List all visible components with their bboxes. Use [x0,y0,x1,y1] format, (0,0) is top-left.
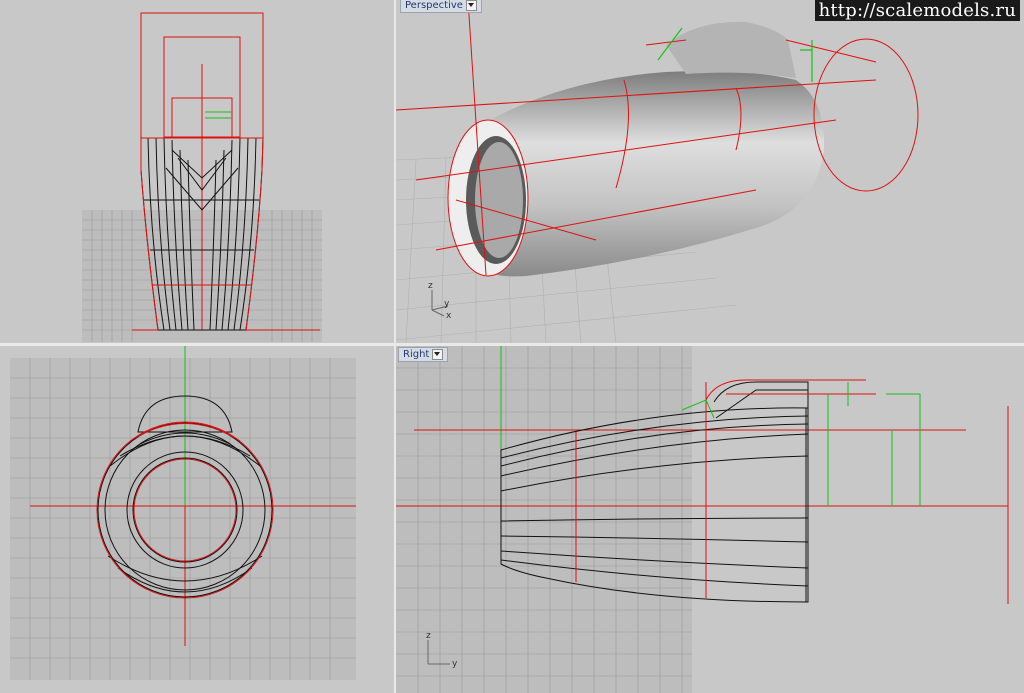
perspective-canvas: z y x [396,0,919,343]
side-green-guides [681,382,921,506]
perspective-label: Perspective [405,0,463,11]
right-view-canvas: z y [396,346,1009,693]
svg-text:z: z [428,281,433,291]
viewport-top[interactable] [0,346,394,693]
tab-right[interactable]: Right [398,347,449,362]
right-label: Right [403,349,430,360]
perspective-axis-icon: z y x [428,281,452,321]
viewport-divider-horizontal[interactable] [0,343,1024,346]
nacelle-surface [447,21,825,277]
chevron-down-icon[interactable] [465,0,477,11]
viewport-perspective[interactable]: z y x Perspective [396,0,1024,343]
svg-text:y: y [452,659,458,669]
svg-text:y: y [444,299,450,309]
viewport-divider-vertical[interactable] [394,0,396,693]
green-guides [205,111,232,119]
viewport-front[interactable] [0,0,394,343]
top-view-canvas [10,346,356,680]
grid-plane [396,346,692,693]
tab-perspective[interactable]: Perspective [400,0,482,13]
svg-text:z: z [426,631,431,641]
svg-text:x: x [446,311,452,321]
front-view-canvas [82,12,322,342]
watermark: http://scalemodels.ru [814,0,1020,21]
viewport-right[interactable]: z y Right [396,346,1024,693]
chevron-down-icon[interactable] [432,349,444,360]
grid-plane [10,358,356,680]
